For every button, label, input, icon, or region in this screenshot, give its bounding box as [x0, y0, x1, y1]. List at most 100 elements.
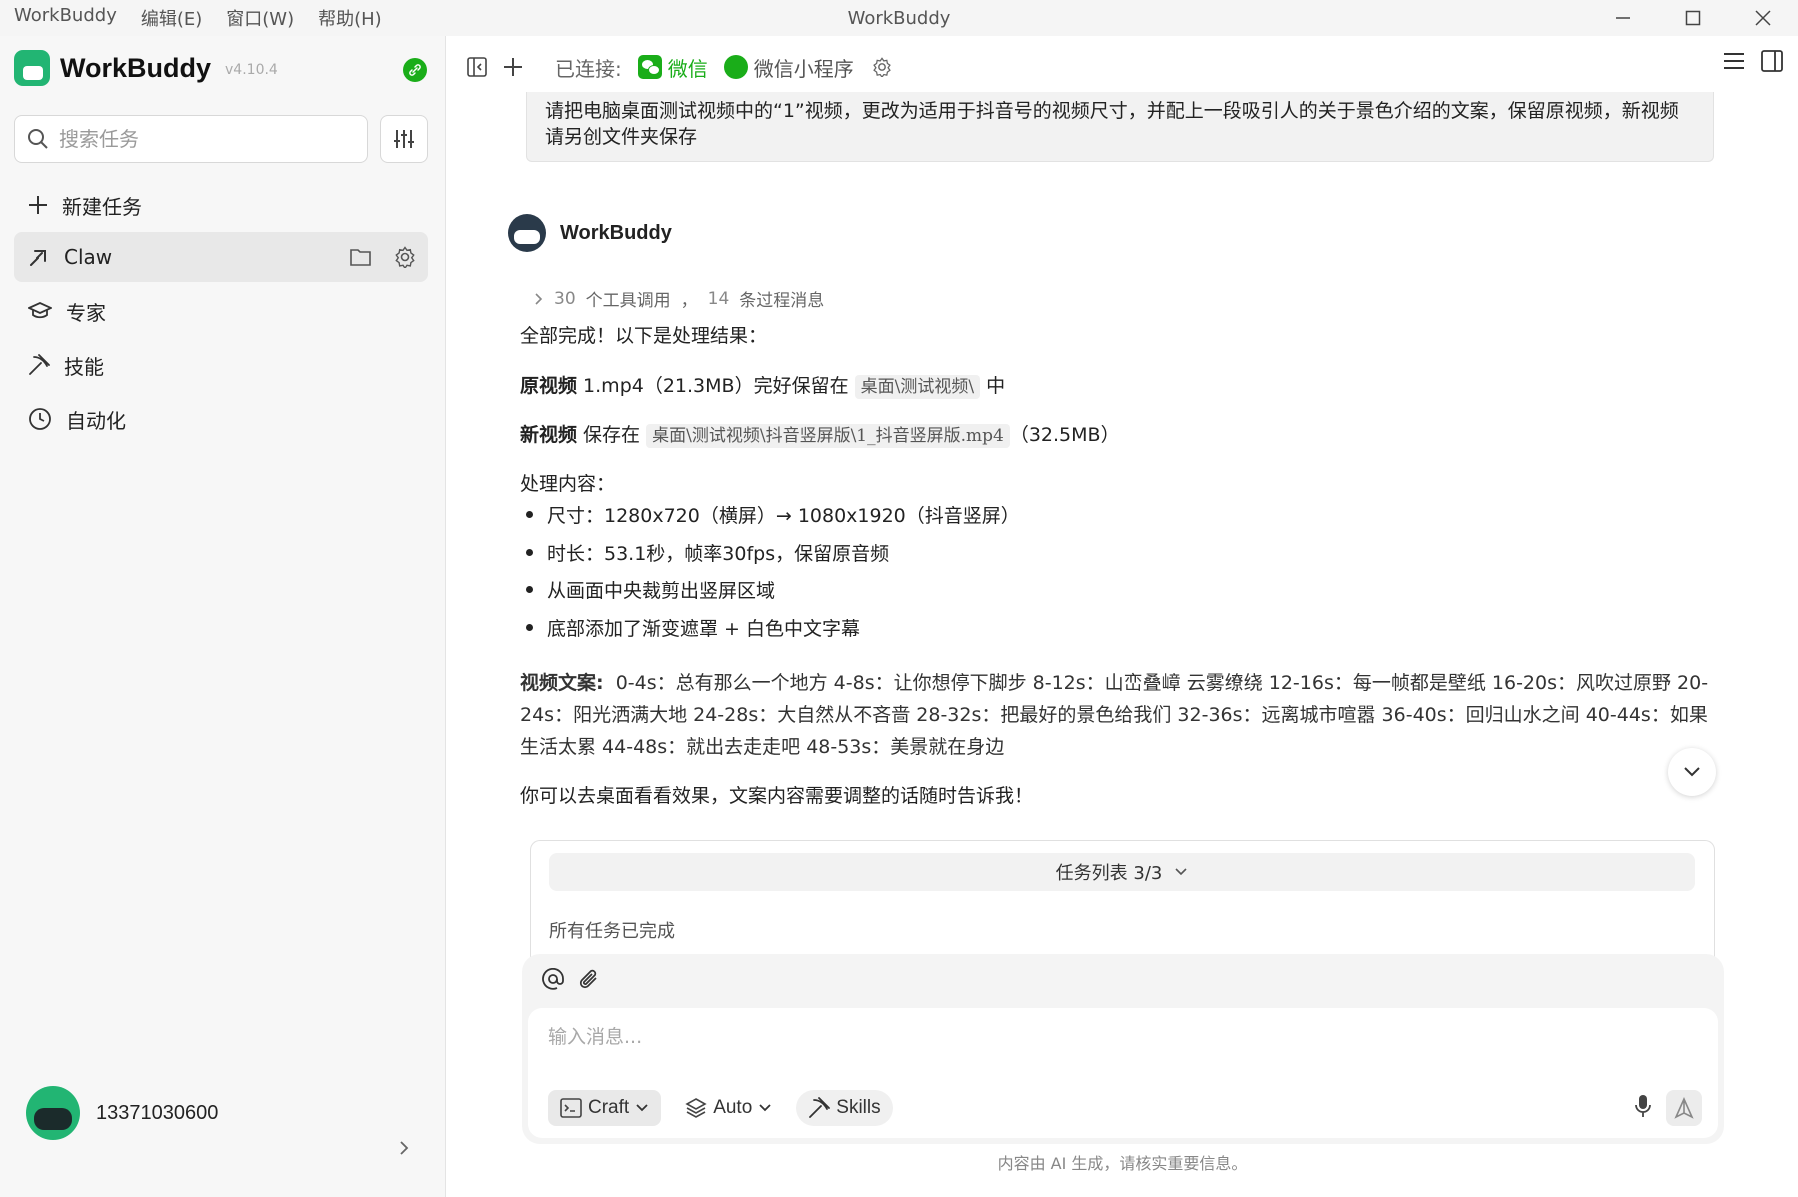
sidebar-item-label: 自动化 [66, 408, 126, 433]
sidebar-item-label: 技能 [64, 354, 104, 379]
chevron-down-icon [759, 1104, 771, 1112]
tool-calls-separator: ， [680, 291, 698, 311]
clock-icon [29, 408, 51, 430]
scroll-to-bottom-button[interactable] [1668, 748, 1716, 796]
connection-status-icon[interactable] [403, 58, 427, 82]
workbuddy-logo-icon [14, 50, 50, 86]
close-icon [1755, 10, 1771, 26]
craft-mode-button[interactable]: Craft [548, 1090, 662, 1126]
layers-icon [685, 1098, 707, 1118]
closing-line: 你可以去桌面看看效果，文案内容需要调整的话随时告诉我！ [520, 785, 1034, 807]
original-video-label: 原视频 [520, 375, 578, 397]
minimize-icon [1616, 17, 1630, 19]
pickaxe-icon [809, 1097, 831, 1118]
close-button[interactable] [1728, 0, 1798, 36]
paperclip-icon[interactable] [578, 968, 600, 990]
menu-icon[interactable] [1722, 49, 1746, 73]
title-bar: WorkBuddy 编辑(E) 窗口(W) 帮助(H) WorkBuddy [0, 0, 1798, 36]
bot-name: WorkBuddy [560, 221, 672, 244]
new-video-line: 新视频 保存在 桌面\测试视频\抖音竖屏版\1_抖音竖屏版.mp4 （32.5MB… [520, 419, 1120, 452]
new-video-suffix: （32.5MB） [1009, 424, 1120, 446]
process-label: 条过程消息 [739, 291, 825, 311]
maximize-button[interactable] [1658, 0, 1728, 36]
wechat-icon [637, 55, 662, 79]
sidebar-item-automation[interactable]: 自动化 [14, 394, 428, 444]
craft-label: Craft [588, 1097, 630, 1118]
sidebar-item-label: 专家 [66, 300, 106, 325]
skills-label: Skills [836, 1097, 881, 1118]
wechat-connection[interactable]: 微信 [637, 53, 708, 82]
user-phone: 13371030600 [96, 1101, 219, 1124]
video-copy-label: 视频文案: [520, 672, 604, 694]
chevron-down-icon [1684, 767, 1700, 777]
auto-model-button[interactable]: Auto [673, 1090, 784, 1126]
task-list-title: 任务列表 3/3 [1055, 863, 1163, 884]
sidebar-item-claw[interactable]: Claw [14, 232, 428, 282]
user-profile[interactable]: 13371030600 [26, 1086, 218, 1140]
list-item: 底部添加了渐变遮罩 + 白色中文字幕 [520, 609, 1020, 647]
user-message: 请把电脑桌面测试视频中的“1”视频，更改为适用于抖音号的视频尺寸，并配上一段吸引… [526, 92, 1714, 162]
mini-program-label: 微信小程序 [753, 56, 854, 81]
sidebar-toggle-icon [467, 57, 487, 77]
microphone-icon[interactable] [1634, 1094, 1652, 1118]
task-list-card: 任务列表 3/3 所有任务已完成 [530, 840, 1715, 958]
skills-button[interactable]: Skills [796, 1090, 893, 1126]
message-input-box: Craft Auto Skills [528, 1008, 1718, 1138]
chevron-right-icon[interactable] [398, 1140, 410, 1156]
tool-calls-label: 个工具调用 [585, 291, 671, 311]
chevron-down-icon [636, 1104, 648, 1112]
avatar [26, 1086, 80, 1140]
sidebar-item-experts[interactable]: 专家 [14, 286, 428, 336]
process-list: 尺寸：1280x720（横屏）→ 1080x1920（抖音竖屏） 时长：53.1… [520, 496, 1020, 646]
task-status: 所有任务已完成 [549, 921, 675, 942]
process-count: 14 [707, 288, 730, 309]
task-list-toggle[interactable]: 任务列表 3/3 [549, 853, 1695, 891]
search-input[interactable] [59, 127, 339, 151]
maximize-icon [1685, 10, 1701, 26]
menu-window[interactable]: 窗口(W) [226, 5, 294, 31]
menu-edit[interactable]: 编辑(E) [141, 5, 202, 31]
menu-bar: WorkBuddy 编辑(E) 窗口(W) 帮助(H) [0, 5, 382, 31]
gear-icon[interactable] [872, 57, 892, 77]
auto-label: Auto [713, 1097, 753, 1118]
mini-program-icon [723, 55, 748, 79]
tool-calls-summary[interactable]: 30 个工具调用 ， 14 条过程消息 [534, 286, 824, 311]
list-item: 从画面中央裁剪出竖屏区域 [520, 571, 1020, 609]
menu-help[interactable]: 帮助(H) [318, 5, 382, 31]
new-chat-button[interactable] [495, 49, 531, 85]
mention-icon[interactable] [542, 968, 564, 990]
original-video-line: 原视频 1.mp4（21.3MB）完好保留在 桌面\测试视频\ 中 [520, 370, 1005, 403]
new-video-path: 桌面\测试视频\抖音竖屏版\1_抖音竖屏版.mp4 [646, 424, 1010, 448]
sidebar-item-skills[interactable]: 技能 [14, 340, 428, 390]
message-input[interactable] [548, 1022, 1668, 1062]
brand: WorkBuddy v4.10.4 [14, 50, 278, 86]
new-task-button[interactable]: 新建任务 [14, 180, 428, 230]
terminal-icon [560, 1098, 582, 1118]
menu-app[interactable]: WorkBuddy [14, 5, 117, 31]
mini-program-connection[interactable]: 微信小程序 [723, 53, 892, 82]
list-item: 尺寸：1280x720（横屏）→ 1080x1920（抖音竖屏） [520, 496, 1020, 534]
main-toolbar: 已连接: 微信 微信小程序 [447, 36, 1798, 98]
sliders-icon [394, 130, 414, 148]
original-video-path: 桌面\测试视频\ [854, 375, 981, 399]
chevron-right-icon [535, 292, 543, 305]
search-box [14, 115, 368, 163]
list-item: 时长：53.1秒，帧率30fps，保留原音频 [520, 534, 1020, 572]
bot-header: WorkBuddy [508, 214, 672, 252]
send-icon [1674, 1097, 1694, 1119]
gear-icon[interactable] [394, 246, 416, 268]
new-task-label: 新建任务 [62, 194, 142, 219]
filter-button[interactable] [380, 115, 428, 163]
panel-right-icon[interactable] [1760, 49, 1784, 73]
original-video-text: 1.mp4（21.3MB）完好保留在 [577, 375, 855, 397]
folder-icon[interactable] [350, 247, 372, 267]
send-button[interactable] [1666, 1090, 1702, 1126]
version-label: v4.10.4 [225, 62, 278, 78]
original-video-suffix: 中 [980, 375, 1006, 397]
chevron-down-icon [1175, 868, 1187, 876]
minimize-button[interactable] [1588, 0, 1658, 36]
bot-avatar [508, 214, 546, 252]
toggle-sidebar-button[interactable] [459, 49, 495, 85]
claw-icon [30, 250, 46, 266]
video-copy: 视频文案: 0-4s：总有那么一个地方 4-8s：让你想停下脚步 8-12s：山… [520, 667, 1720, 763]
